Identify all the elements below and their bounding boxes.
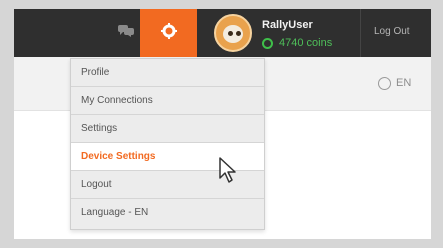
menu-item-settings[interactable]: Settings: [71, 115, 264, 143]
menu-item-my-connections[interactable]: My Connections: [71, 87, 264, 115]
coin-balance-label: 4740 coins: [279, 37, 333, 49]
coin-icon: [262, 37, 273, 49]
logout-link[interactable]: Log Out: [374, 26, 410, 37]
mouse-pointer-icon: [218, 156, 238, 189]
coin-balance: 4740 coins: [262, 37, 332, 49]
screenshot-frame: RallyUser 4740 coins Log Out EN Profile …: [0, 0, 443, 248]
avatar[interactable]: [214, 14, 252, 52]
gear-icon: [160, 22, 177, 44]
settings-button[interactable]: [140, 9, 197, 57]
globe-icon[interactable]: [378, 77, 391, 90]
menu-item-profile[interactable]: Profile: [71, 59, 264, 87]
username[interactable]: RallyUser: [262, 19, 313, 31]
menu-item-language[interactable]: Language - EN: [71, 199, 264, 227]
header-divider: [360, 9, 361, 57]
chat-bubbles-icon: [117, 24, 135, 43]
top-navigation-bar: RallyUser 4740 coins Log Out: [14, 9, 431, 64]
language-selector[interactable]: EN: [396, 77, 411, 89]
settings-dropdown-menu: Profile My Connections Settings Device S…: [70, 58, 265, 230]
